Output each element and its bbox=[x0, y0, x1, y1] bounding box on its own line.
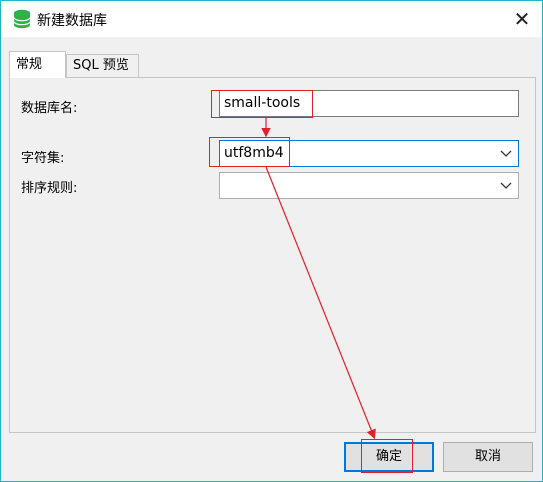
dialog-window: 新建数据库 ✕ 常规 SQL 预览 bbox=[0, 0, 543, 482]
database-icon bbox=[13, 9, 31, 29]
title-bar[interactable]: 新建数据库 ✕ bbox=[1, 1, 542, 37]
close-icon: ✕ bbox=[513, 7, 531, 31]
general-panel bbox=[9, 77, 536, 433]
collation-select[interactable] bbox=[219, 172, 519, 199]
charset-label: 字符集: bbox=[21, 151, 65, 166]
tab-general[interactable]: 常规 bbox=[9, 51, 66, 78]
cancel-button[interactable]: 取消 bbox=[443, 442, 533, 472]
window-title: 新建数据库 bbox=[37, 13, 107, 29]
charset-value: utf8mb4 bbox=[224, 145, 284, 161]
charset-select[interactable]: utf8mb4 bbox=[219, 140, 519, 167]
db-name-input[interactable]: small-tools bbox=[219, 90, 519, 117]
ok-button[interactable]: 确定 bbox=[344, 442, 434, 472]
chevron-down-icon bbox=[500, 150, 512, 157]
chevron-down-icon bbox=[500, 182, 512, 189]
tab-sql-preview[interactable]: SQL 预览 bbox=[66, 54, 139, 77]
close-button[interactable]: ✕ bbox=[510, 7, 534, 31]
collation-label: 排序规则: bbox=[21, 181, 78, 196]
db-name-label: 数据库名: bbox=[21, 101, 78, 116]
